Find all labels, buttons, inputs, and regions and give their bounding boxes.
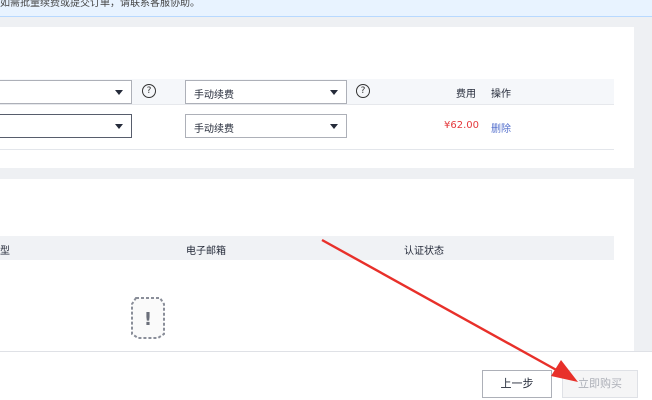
empty-document-icon: ! — [131, 297, 165, 339]
help-icon[interactable]: ? — [356, 84, 370, 98]
empty-icon-glyph: ! — [144, 309, 152, 330]
price-value: ¥62.00 — [444, 120, 479, 131]
period-select[interactable] — [0, 80, 132, 104]
period-select[interactable] — [0, 114, 132, 138]
action-header: 操作 — [491, 89, 511, 100]
prev-step-button[interactable]: 上一步 — [482, 370, 552, 398]
contacts-table-header: 型 电子邮箱 认证状态 — [0, 236, 614, 260]
status-header: 认证状态 — [404, 246, 444, 257]
type-header: 型 — [0, 246, 10, 257]
renew-mode-value: 手动续费 — [194, 124, 234, 135]
buy-now-button[interactable]: 立即购买 — [562, 370, 638, 398]
notice-banner: 如需批量续费或提交订单，请联系客服协助。 — [0, 0, 652, 17]
footer-bar: 上一步 立即购买 — [0, 351, 652, 400]
chevron-down-icon — [330, 90, 338, 95]
help-icon[interactable]: ? — [142, 84, 156, 98]
delete-link[interactable]: 删除 — [491, 120, 511, 135]
chevron-down-icon — [115, 124, 123, 129]
renewal-row-header: ? 手动续费 ? 费用 操作 — [0, 79, 614, 105]
notice-text: 如需批量续费或提交订单，请联系客服协助。 — [0, 0, 200, 9]
fee-header: 费用 — [456, 89, 476, 100]
chevron-down-icon — [330, 124, 338, 129]
divider — [0, 149, 614, 150]
renew-mode-value: 手动续费 — [194, 90, 234, 101]
contacts-card: 型 电子邮箱 认证状态 ! — [0, 179, 634, 359]
email-header: 电子邮箱 — [186, 246, 226, 257]
renewal-card: ? 手动续费 ? 费用 操作 手动续费 ¥62.00 删除 — [0, 27, 634, 168]
renewal-row: 手动续费 ¥62.00 删除 — [0, 113, 614, 139]
renew-mode-select[interactable]: 手动续费 — [185, 114, 347, 138]
renew-mode-select[interactable]: 手动续费 — [185, 80, 347, 104]
chevron-down-icon — [115, 90, 123, 95]
